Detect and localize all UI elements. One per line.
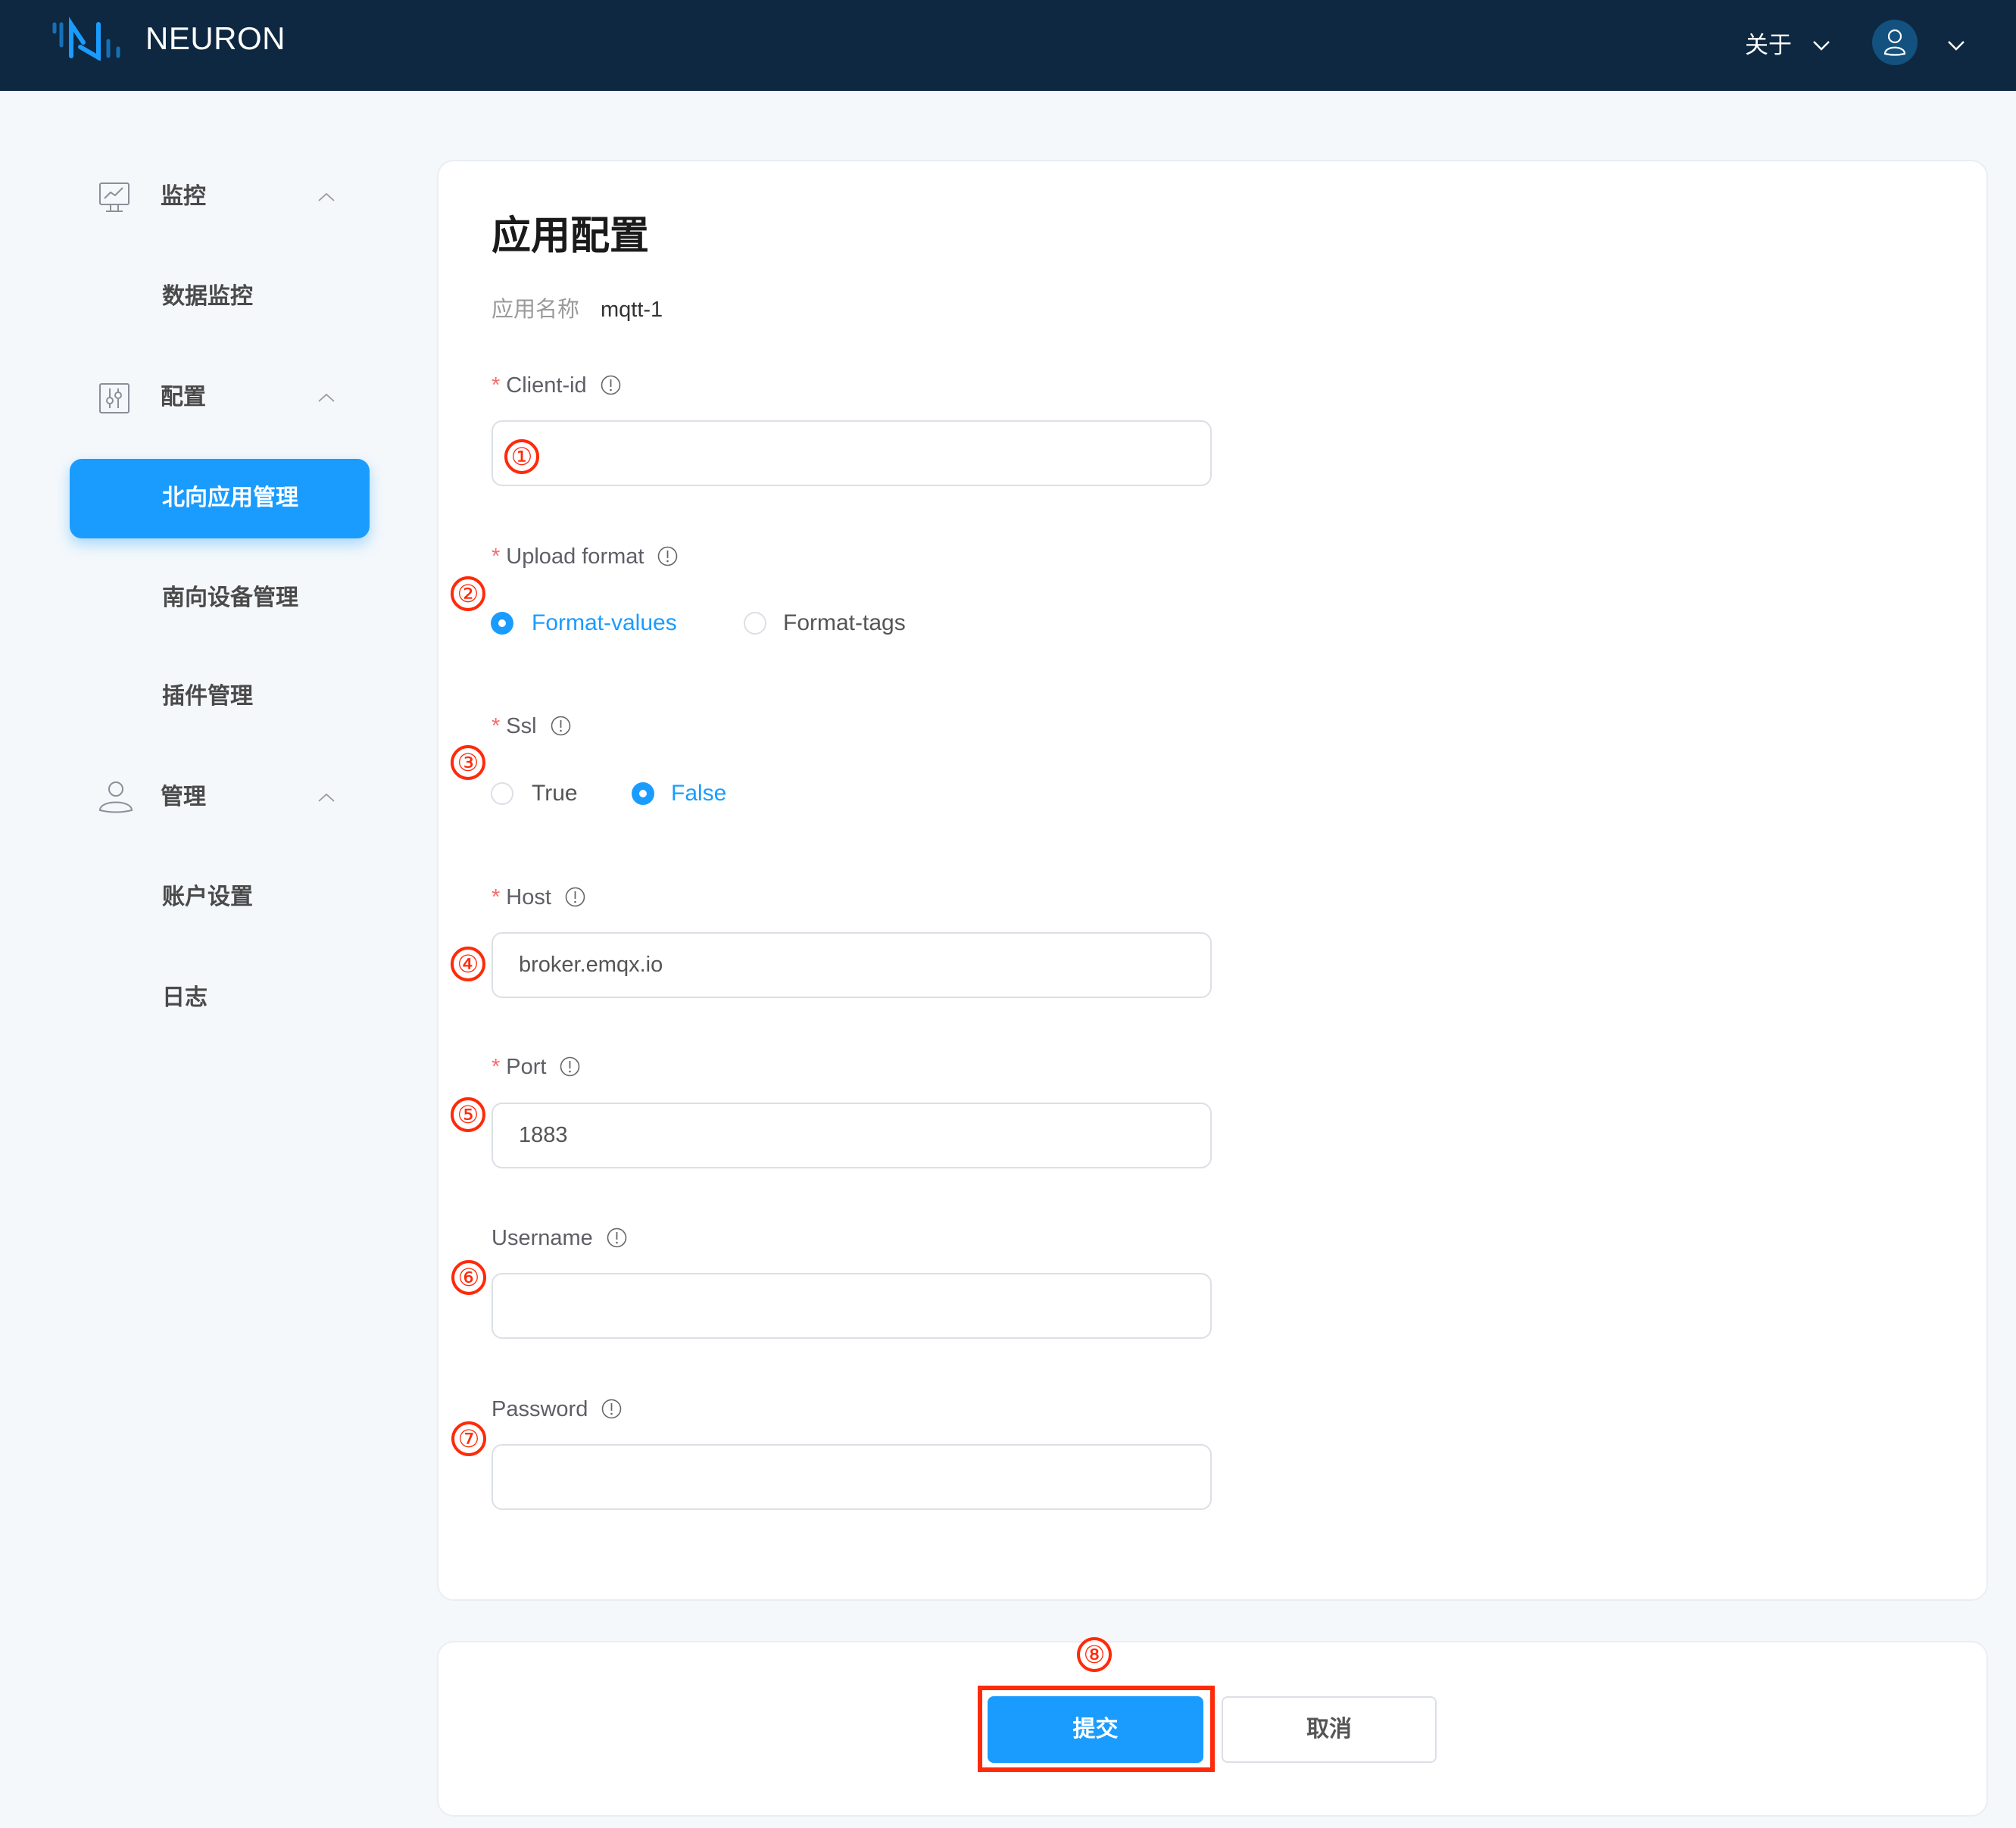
field-label-text: Password xyxy=(492,1397,588,1421)
username-input[interactable] xyxy=(492,1273,1212,1339)
field-label-text: Upload format xyxy=(506,544,644,569)
field-label-text: Port xyxy=(506,1055,547,1079)
host-label: * Host xyxy=(492,883,585,912)
port-input[interactable] xyxy=(492,1103,1212,1168)
field-label-text: Username xyxy=(492,1226,593,1250)
field-label-text: Host xyxy=(506,885,551,909)
radio-button[interactable] xyxy=(744,612,766,635)
sidebar-item-account-settings[interactable]: 账户设置 xyxy=(162,882,253,912)
app-config-card xyxy=(437,160,1988,1601)
user-icon xyxy=(98,781,133,813)
radio-label[interactable]: Format-tags xyxy=(783,608,906,638)
sidebar-item-label: 北向应用管理 xyxy=(162,485,298,510)
annotation-marker: ② xyxy=(451,576,485,611)
neuron-logo-icon xyxy=(52,17,120,61)
info-icon[interactable] xyxy=(551,716,571,736)
page-title: 应用配置 xyxy=(492,214,650,258)
sidebar-item-logs[interactable]: 日志 xyxy=(162,983,208,1013)
top-navbar xyxy=(0,0,2016,91)
chevron-up-icon[interactable] xyxy=(318,192,335,201)
radio-label[interactable]: True xyxy=(532,778,578,809)
sliders-icon xyxy=(99,383,130,413)
client-id-label: * Client-id xyxy=(492,371,621,400)
annotation-marker: ⑦ xyxy=(451,1421,486,1456)
cancel-button[interactable]: 取消 xyxy=(1222,1696,1437,1763)
app-name-value: mqtt-1 xyxy=(601,298,663,322)
info-icon[interactable] xyxy=(601,1399,622,1419)
required-mark: * xyxy=(492,373,501,398)
user-chevron-down-icon[interactable] xyxy=(1947,40,1965,51)
required-mark: * xyxy=(492,544,501,569)
required-mark: * xyxy=(492,1055,501,1079)
field-label-text: Ssl xyxy=(506,714,537,738)
annotation-marker: ⑤ xyxy=(451,1097,485,1132)
client-id-input[interactable] xyxy=(492,420,1212,486)
about-chevron-down-icon[interactable] xyxy=(1812,40,1830,51)
annotation-marker: ① xyxy=(504,439,539,474)
radio-button-selected[interactable] xyxy=(491,612,513,635)
user-avatar[interactable] xyxy=(1872,20,1918,65)
sidebar-item-plugins[interactable]: 插件管理 xyxy=(162,682,253,712)
monitor-chart-icon xyxy=(99,182,130,212)
info-icon[interactable] xyxy=(560,1056,580,1077)
brand-name: NEURON xyxy=(145,20,286,56)
info-icon[interactable] xyxy=(607,1228,627,1248)
user-icon xyxy=(1883,29,1906,56)
password-label: Password xyxy=(492,1395,622,1424)
radio-label[interactable]: False xyxy=(671,778,726,809)
radio-button[interactable] xyxy=(491,782,513,805)
upload-format-label: * Upload format xyxy=(492,542,678,571)
required-mark: * xyxy=(492,885,501,909)
host-input[interactable] xyxy=(492,932,1212,998)
password-input[interactable] xyxy=(492,1444,1212,1510)
info-icon[interactable] xyxy=(657,546,678,566)
info-icon[interactable] xyxy=(565,887,585,907)
required-mark: * xyxy=(492,714,501,738)
sidebar-group-label: 管理 xyxy=(161,785,206,809)
radio-button-selected[interactable] xyxy=(632,782,654,805)
about-menu[interactable]: 关于 xyxy=(1745,29,1792,62)
field-label-text: Client-id xyxy=(506,373,587,398)
annotation-marker: ⑧ xyxy=(1077,1637,1112,1672)
port-label: * Port xyxy=(492,1053,580,1081)
radio-label[interactable]: Format-values xyxy=(532,608,677,638)
submit-button[interactable]: 提交 xyxy=(988,1696,1203,1763)
sidebar-item-data-monitor[interactable]: 数据监控 xyxy=(162,282,253,312)
annotation-marker: ④ xyxy=(451,947,485,981)
chevron-up-icon[interactable] xyxy=(318,793,335,802)
sidebar-item-southbound-devices[interactable]: 南向设备管理 xyxy=(162,583,298,613)
annotation-marker: ③ xyxy=(451,745,485,780)
annotation-marker: ⑥ xyxy=(451,1260,486,1295)
app-name-label: 应用名称 xyxy=(492,298,580,322)
info-icon[interactable] xyxy=(601,375,621,395)
chevron-up-icon[interactable] xyxy=(318,393,335,402)
sidebar-group-label: 监控 xyxy=(161,184,206,209)
username-label: Username xyxy=(492,1224,627,1252)
ssl-label: * Ssl xyxy=(492,712,571,741)
sidebar-group-label: 配置 xyxy=(161,385,206,410)
